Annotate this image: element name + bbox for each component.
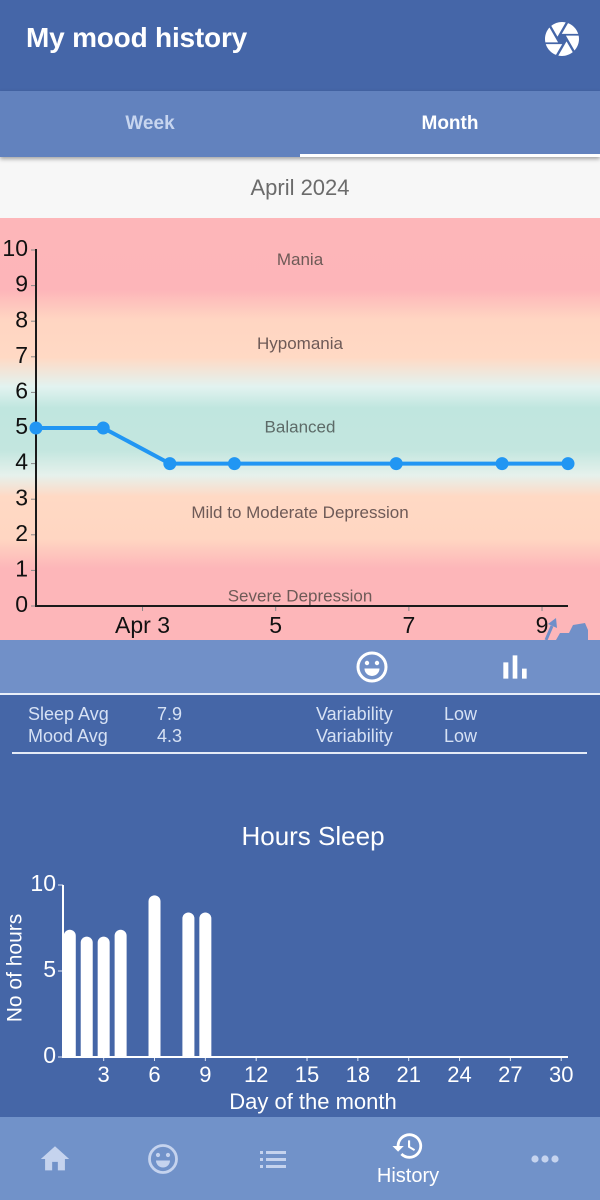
sleep-y-axis-label: No of hours — [4, 914, 27, 1023]
y-tick-label: 9 — [15, 271, 28, 297]
tab-week-label: Week — [125, 113, 175, 134]
mood-view-button[interactable] — [352, 648, 392, 686]
sleep-chart-title: Hours Sleep — [241, 821, 384, 851]
smiley-icon — [356, 651, 388, 683]
y-tick-label: 0 — [15, 591, 28, 617]
mood-point[interactable] — [227, 457, 241, 471]
mood-point[interactable] — [29, 421, 43, 435]
x-tick-label: 12 — [244, 1062, 268, 1087]
y-tick-label: 6 — [15, 377, 28, 403]
x-tick-label: Apr 3 — [115, 612, 170, 638]
x-tick-label: 5 — [269, 612, 282, 638]
sleep-avg-label: Sleep Avg — [28, 704, 109, 724]
page-title: My mood history — [26, 22, 248, 53]
mood-point[interactable] — [163, 457, 177, 471]
mood-variability-value: Low — [444, 726, 478, 746]
mood-point[interactable] — [96, 421, 110, 435]
x-tick-label: 30 — [549, 1062, 573, 1087]
sleep-x-axis-label: Day of the month — [229, 1089, 397, 1114]
app-header: My mood history — [0, 0, 600, 91]
sleep-bar[interactable] — [114, 929, 127, 1057]
y-tick-label: 7 — [15, 342, 28, 368]
camera-aperture-icon[interactable] — [545, 22, 579, 56]
y-tick-label: 2 — [15, 520, 28, 546]
sleep-bar[interactable] — [80, 936, 93, 1057]
mood-avg-label: Mood Avg — [28, 726, 108, 746]
bottom-nav: History — [0, 1117, 600, 1200]
sleep-variability-value: Low — [444, 704, 478, 724]
chart-toggle-bar — [0, 640, 600, 694]
x-tick-label: 6 — [148, 1062, 160, 1087]
x-tick-label: 9 — [536, 612, 549, 638]
nav-home[interactable] — [10, 1117, 100, 1200]
sleep-bar[interactable] — [199, 912, 212, 1057]
mood-chart: Mania Hypomania Balanced Mild to Moderate D… — [0, 218, 600, 640]
sleep-bar[interactable] — [97, 936, 110, 1057]
nav-entries[interactable] — [228, 1117, 318, 1200]
tab-bar: Week Month — [0, 91, 600, 157]
x-tick-label: 7 — [402, 612, 415, 638]
sleep-bar[interactable] — [63, 929, 76, 1057]
x-tick-label: 18 — [346, 1062, 370, 1087]
sleep-chart: Hours Sleep No of hours Day of the month… — [4, 821, 574, 1114]
sleep-bar[interactable] — [182, 912, 195, 1057]
sleep-axes: 0 5 10 3 6 9 12 15 18 21 24 27 30 — [30, 870, 573, 1087]
nav-mood[interactable] — [118, 1117, 208, 1200]
mood-band-label: Balanced — [265, 417, 336, 436]
active-tab-indicator — [300, 154, 600, 157]
mood-band-label: Mild to Moderate Depression — [191, 503, 408, 522]
y-tick-label: 1 — [15, 555, 28, 581]
period-label-text: April 2024 — [250, 174, 350, 200]
mood-avg-value: 4.3 — [157, 726, 183, 746]
mood-point[interactable] — [495, 457, 509, 471]
mood-point[interactable] — [389, 457, 403, 471]
sleep-avg-value: 7.9 — [157, 704, 183, 724]
y-tick-label: 8 — [15, 306, 28, 332]
mood-band-label: Severe Depression — [228, 587, 373, 606]
history-icon — [392, 1133, 423, 1159]
bar-chart-view-button[interactable] — [495, 648, 535, 686]
stats-panel: Sleep Avg 7.9 Variability Low Mood Avg 4… — [0, 695, 600, 760]
home-icon — [40, 1145, 70, 1170]
y-tick-label: 5 — [15, 413, 28, 439]
nav-history[interactable]: History — [363, 1117, 453, 1200]
x-tick-label: 3 — [98, 1062, 110, 1087]
x-tick-label: 21 — [396, 1062, 420, 1087]
y-tick-label: 10 — [2, 235, 28, 261]
list-icon — [260, 1150, 286, 1168]
tab-month-label: Month — [421, 113, 479, 134]
x-tick-label: 24 — [447, 1062, 471, 1087]
mood-band-label: Hypomania — [257, 334, 344, 353]
more-icon — [531, 1154, 559, 1163]
bar-chart-icon — [503, 655, 527, 679]
nav-more[interactable] — [500, 1117, 590, 1200]
y-tick-label: 4 — [15, 449, 28, 475]
mood-variability-label: Variability — [316, 726, 393, 746]
y-tick-label: 5 — [43, 956, 56, 982]
tab-month[interactable]: Month — [300, 91, 600, 157]
stats-divider — [12, 752, 587, 754]
nav-history-label: History — [376, 1165, 440, 1187]
y-tick-label: 10 — [30, 870, 56, 896]
y-tick-label: 0 — [43, 1042, 56, 1068]
smiley-icon — [148, 1143, 178, 1174]
y-tick-label: 3 — [15, 484, 28, 510]
x-tick-label: 15 — [295, 1062, 319, 1087]
sleep-bars — [63, 895, 212, 1057]
period-label: April 2024 — [0, 157, 600, 218]
sleep-bar[interactable] — [148, 895, 161, 1057]
tab-week[interactable]: Week — [0, 91, 300, 157]
x-tick-label: 27 — [498, 1062, 522, 1087]
mood-band-label: Mania — [277, 250, 324, 269]
x-tick-label: 9 — [199, 1062, 211, 1087]
sleep-variability-label: Variability — [316, 704, 393, 724]
mood-point[interactable] — [561, 457, 575, 471]
